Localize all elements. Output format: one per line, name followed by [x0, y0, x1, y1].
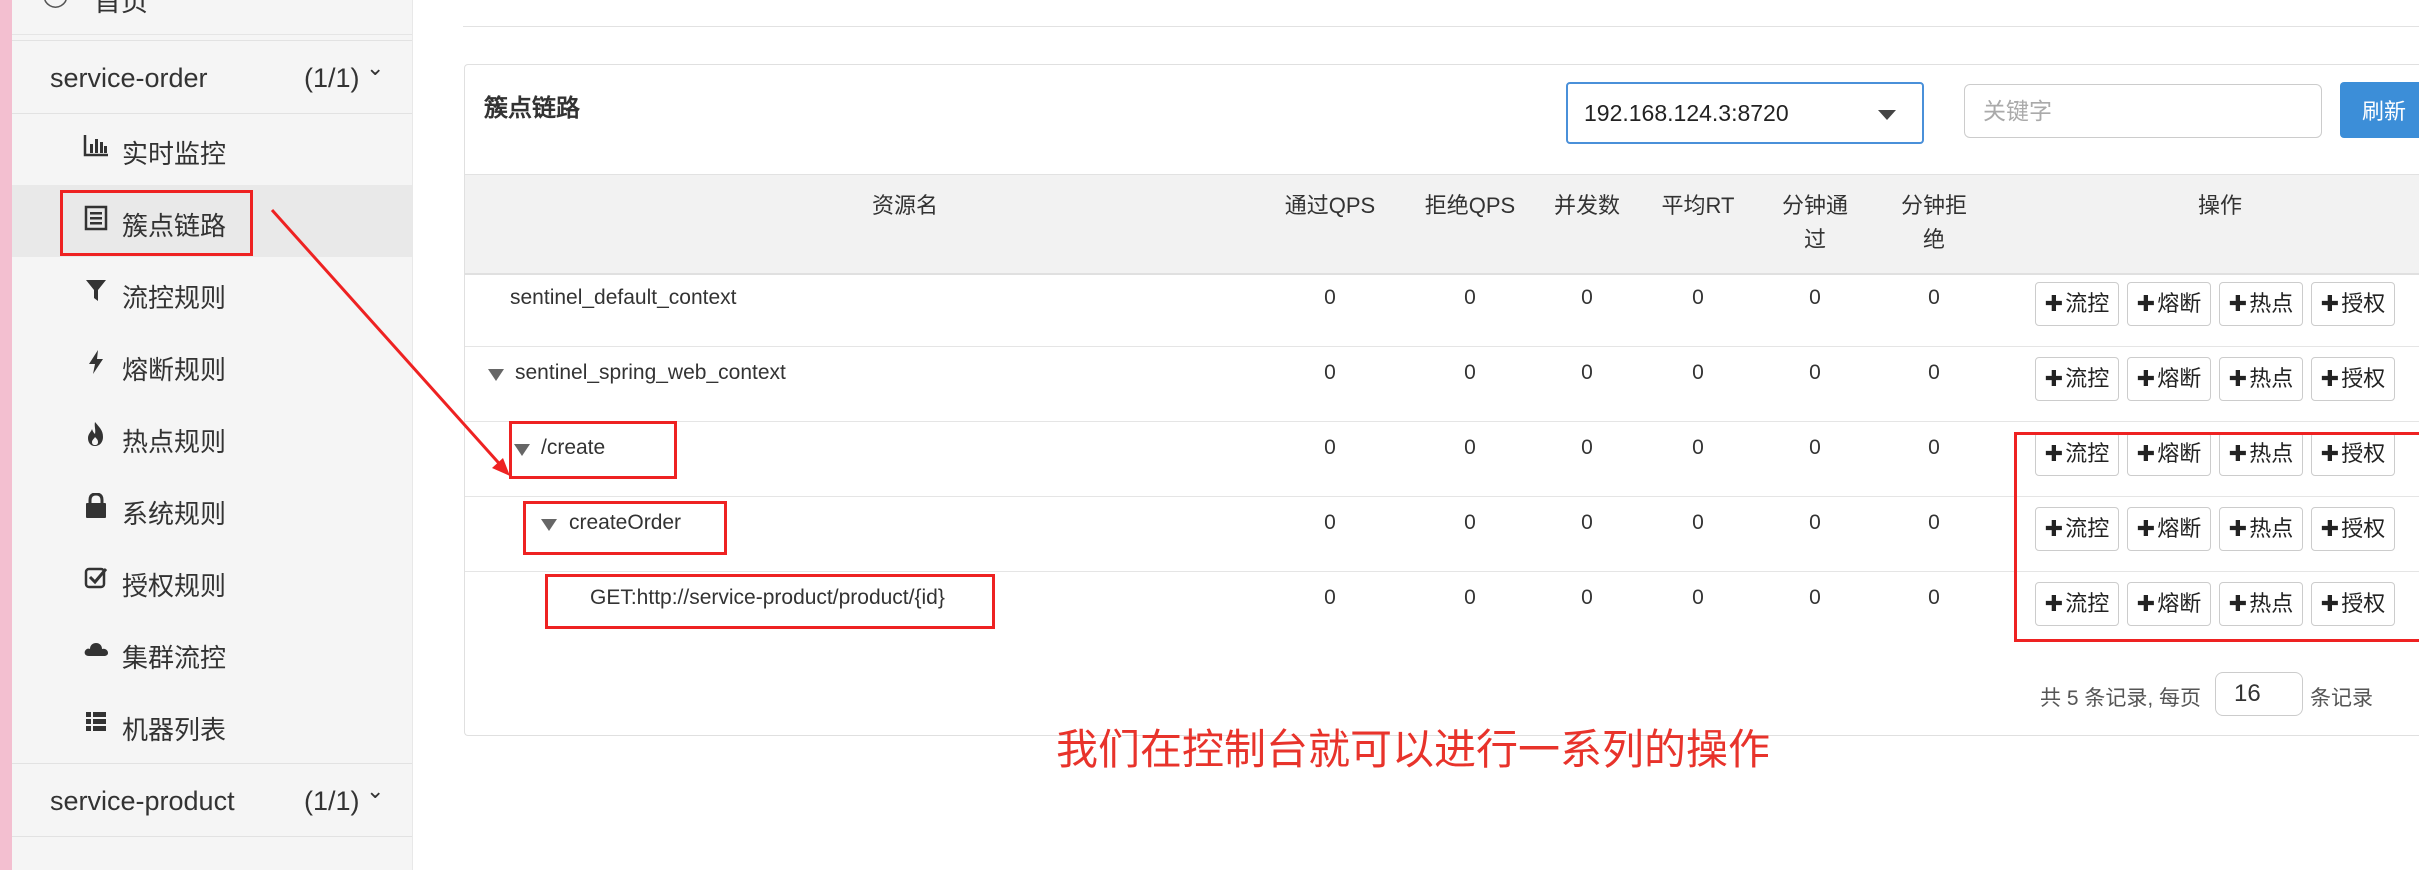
- annotation-caption: 我们在控制台就可以进行一系列的操作: [1056, 726, 1771, 773]
